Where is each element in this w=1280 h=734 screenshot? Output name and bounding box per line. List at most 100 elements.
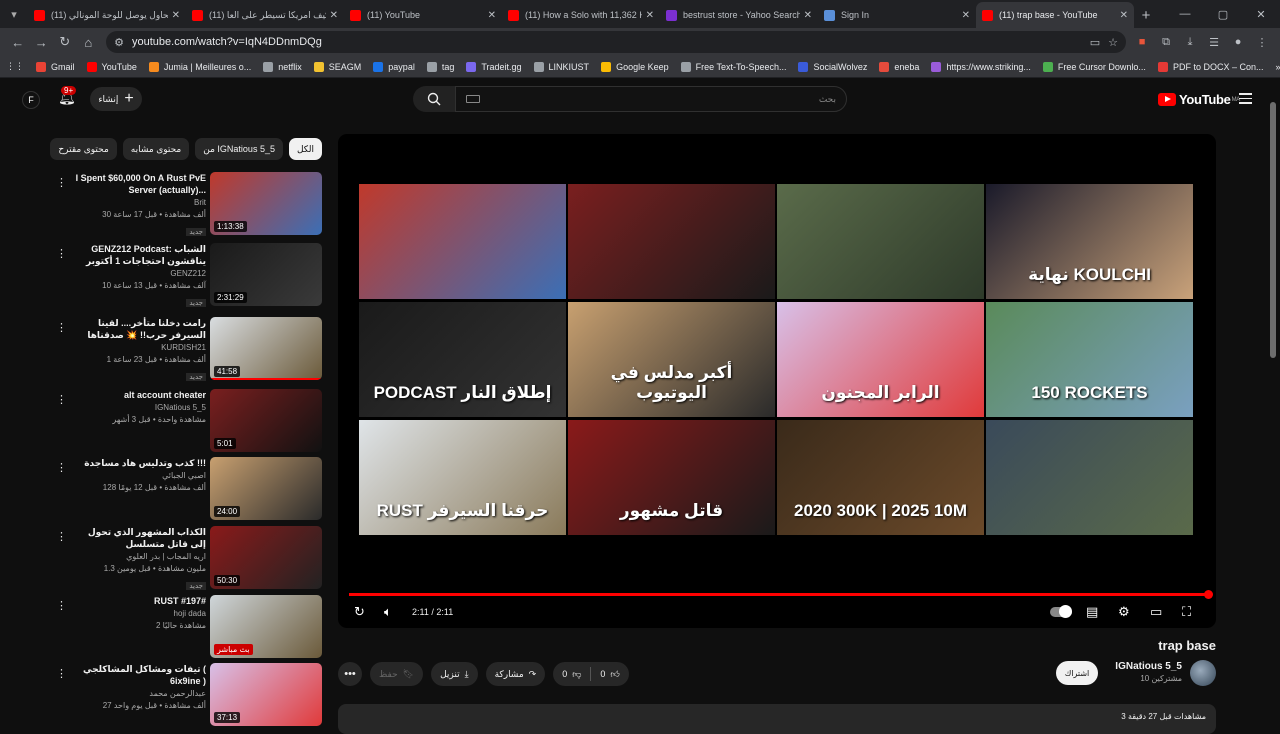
reload-icon[interactable]: ↻	[53, 30, 77, 54]
recommendation-thumbnail[interactable]: بث مباشر	[210, 595, 322, 658]
more-options-icon[interactable]: ⋮	[56, 176, 67, 189]
apps-icon[interactable]: ⋮⋮	[6, 61, 24, 72]
bookmark-item[interactable]: LINKIUST	[533, 61, 589, 72]
tab-close-icon[interactable]: ✕	[962, 10, 970, 21]
recommendation-channel[interactable]: اصبي الجبائي	[70, 470, 206, 482]
youtube-logo[interactable]: YouTube MA	[1158, 92, 1240, 107]
subscribe-button[interactable]: اشتراك	[1056, 661, 1098, 685]
tab-close-icon[interactable]: ✕	[172, 10, 180, 21]
tab-close-icon[interactable]: ✕	[330, 10, 338, 21]
recommendation-item[interactable]: ⋮ RUST #197# hoji dada 2 مشاهدة حاليًا بث مب…	[50, 595, 322, 661]
recommendation-item[interactable]: ⋮ alt account cheater IGNatious 5_5 مشاهدة …	[50, 389, 322, 455]
bookmark-item[interactable]: Jumia | Meilleures o...	[148, 61, 251, 72]
notifications-icon[interactable]: 🔔︎ 9+	[58, 86, 77, 106]
recommendation-thumbnail[interactable]: 41:58	[210, 317, 322, 380]
recommendation-item[interactable]: ⋮ رامت دخلنا متأخر.... لقينا السيرفر حرب!…	[50, 317, 322, 383]
recommendation-thumbnail[interactable]: 37:13	[210, 663, 322, 726]
recommendation-title[interactable]: I Spent $60,000 On A Rust PvE Server (ac…	[70, 172, 206, 196]
extensions-puzzle-icon[interactable]: ⧉	[1154, 30, 1178, 54]
end-screen-video[interactable]: 2020 300K | 2025 10M	[777, 420, 984, 535]
recommendation-title[interactable]: تيفات ومشاكل المشاكلجي ( 6ix9ine )	[70, 663, 206, 687]
recommendation-thumbnail[interactable]: 1:13:38	[210, 172, 322, 235]
more-options-icon[interactable]: ⋮	[56, 247, 67, 260]
recommendation-thumbnail[interactable]: 24:00	[210, 457, 322, 520]
end-screen-video[interactable]: قاتل مشهور	[568, 420, 775, 535]
bookmark-item[interactable]: Gmail	[36, 61, 75, 72]
browser-tab[interactable]: (11) كيف امريكا تسيطر على العا ✕	[186, 2, 344, 28]
tab-close-icon[interactable]: ✕	[488, 10, 496, 21]
recommendation-channel[interactable]: KURDISH21	[70, 342, 206, 354]
end-screen-video[interactable]: PODCAST إطلاق النار	[359, 302, 566, 417]
more-options-icon[interactable]: ⋮	[56, 530, 67, 543]
browser-tab[interactable]: (11) YouTube ✕	[344, 2, 502, 28]
tab-search-icon[interactable]: ▾	[0, 0, 28, 28]
bookmark-item[interactable]: SocialWolvez	[798, 61, 867, 72]
recommendation-item[interactable]: ⋮ كذب وتدليس هاد مساجدة !!! اصبي الجبائي 12…	[50, 457, 322, 523]
more-options-icon[interactable]: ⋮	[56, 321, 67, 334]
end-screen-video[interactable]: أكبر مدلس في اليوتيوب	[568, 302, 775, 417]
recommendation-item[interactable]: ⋮ تيفات ومشاكل المشاكلجي ( 6ix9ine ) عبدال…	[50, 663, 322, 729]
profile-icon[interactable]: ●	[1226, 30, 1250, 54]
maximize-button[interactable]: ▢	[1204, 0, 1242, 28]
extension-icon[interactable]: ■	[1130, 30, 1154, 54]
end-screen-video[interactable]	[986, 420, 1193, 535]
tab-close-icon[interactable]: ✕	[646, 10, 654, 21]
recommendation-title[interactable]: رامت دخلنا متأخر.... لقينا السيرفر حرب!!…	[70, 317, 206, 341]
recommendation-title[interactable]: RUST #197#	[70, 595, 206, 607]
recommendation-item[interactable]: ⋮ الكذاب المشهور الذي تحول إلى قاتل متسلس…	[50, 526, 322, 592]
filter-chip[interactable]: محتوى مشابه	[122, 138, 190, 160]
recommendation-channel[interactable]: Brit	[70, 197, 206, 209]
account-avatar[interactable]: F	[22, 91, 40, 109]
recommendation-channel[interactable]: hoji dada	[70, 608, 206, 620]
end-screen-video[interactable]	[568, 184, 775, 299]
browser-tab[interactable]: (11) trap base - YouTube ✕	[976, 2, 1134, 28]
replay-icon[interactable]: ↻	[354, 602, 365, 622]
volume-icon[interactable]: 🔈︎	[384, 602, 392, 622]
save-button[interactable]: حفظ 🔖︎	[370, 662, 424, 686]
back-icon[interactable]: ←	[6, 30, 30, 54]
bookmark-item[interactable]: Free Cursor Downlo...	[1042, 61, 1146, 72]
recommendation-channel[interactable]: GENZ212	[70, 268, 206, 280]
keyboard-icon[interactable]	[466, 95, 480, 103]
end-screen-video[interactable]: الرابر المجنون	[777, 302, 984, 417]
url-text[interactable]: youtube.com/watch?v=IqN4DDnmDQg	[132, 36, 1082, 48]
tab-close-icon[interactable]: ✕	[1120, 10, 1128, 21]
channel-avatar[interactable]	[1190, 660, 1216, 686]
theater-mode-icon[interactable]: ▭	[1150, 602, 1162, 622]
recommendation-channel[interactable]: IGNatious 5_5	[70, 402, 206, 414]
recommendation-title[interactable]: GENZ212 Podcast: الشباب يناقشون احتجاجات…	[70, 243, 206, 267]
more-options-icon[interactable]: ⋮	[56, 393, 67, 406]
recommendation-thumbnail[interactable]: 5:01	[210, 389, 322, 452]
bookmark-item[interactable]: Free Text-To-Speech...	[680, 61, 786, 72]
dislike-button[interactable]: 0 👎︎	[553, 669, 590, 680]
recommendation-title[interactable]: alt account cheater	[70, 389, 206, 401]
browser-tab[interactable]: Sign In ✕	[818, 2, 976, 28]
close-window-button[interactable]: ✕	[1242, 0, 1280, 28]
filter-chip[interactable]: محتوى مقترح	[50, 138, 117, 160]
autoplay-toggle[interactable]	[1050, 602, 1072, 622]
create-button[interactable]: إنشاء +	[90, 87, 142, 111]
fullscreen-icon[interactable]: ⛶	[1182, 602, 1191, 622]
recommendation-channel[interactable]: عبدالرحمن محمد	[70, 688, 206, 700]
recommendation-thumbnail[interactable]: 50:30	[210, 526, 322, 589]
more-bookmarks-icon[interactable]: »	[1275, 62, 1280, 72]
site-info-icon[interactable]: ⚙	[114, 36, 124, 49]
share-button[interactable]: مشاركة ↷	[485, 662, 546, 686]
recommendation-item[interactable]: ⋮ GENZ212 Podcast: الشباب يناقشون احتجاجا…	[50, 243, 322, 309]
subtitles-icon[interactable]: ▤	[1086, 602, 1098, 622]
bookmark-item[interactable]: PDF to DOCX – Con...	[1157, 61, 1263, 72]
browser-tab[interactable]: bestrust store - Yahoo Search R ✕	[660, 2, 818, 28]
end-screen-video[interactable]: RUST حرقنا السيرفر	[359, 420, 566, 535]
menu-icon[interactable]	[1239, 93, 1252, 107]
channel-name[interactable]: IGNatious 5_5	[1106, 661, 1182, 672]
search-input[interactable]: بحث	[455, 86, 847, 112]
search-button[interactable]	[413, 86, 455, 112]
cast-icon[interactable]: ▭	[1090, 36, 1100, 49]
bookmark-item[interactable]: SEAGM	[313, 61, 361, 72]
end-screen-video[interactable]: 150 ROCKETS	[986, 302, 1193, 417]
settings-gear-icon[interactable]: ⚙	[1118, 602, 1130, 622]
recommendation-thumbnail[interactable]: 2:31:29	[210, 243, 322, 306]
scrollbar-thumb[interactable]	[1270, 102, 1276, 358]
new-tab-button[interactable]: +	[1134, 2, 1158, 28]
downloads-icon[interactable]: ⤓	[1178, 30, 1202, 54]
